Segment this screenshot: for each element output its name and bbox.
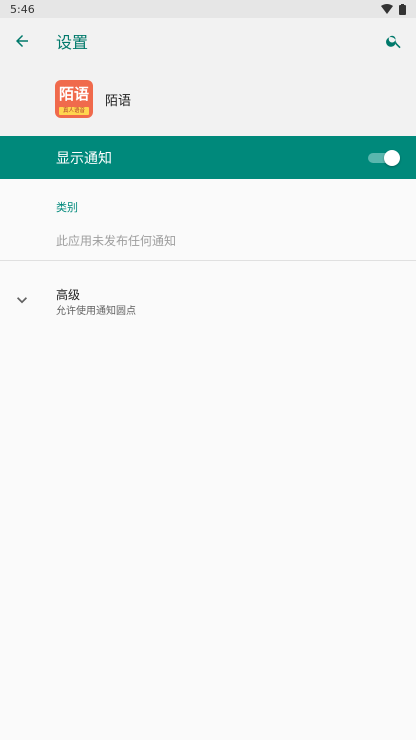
app-icon: 陌语 真人语音 (55, 80, 93, 118)
show-notifications-label: 显示通知 (56, 150, 112, 167)
show-notifications-switch[interactable] (366, 148, 402, 168)
back-button[interactable] (0, 18, 44, 64)
wifi-icon (381, 4, 393, 14)
status-time: 5:46 (10, 2, 35, 16)
status-icons (381, 3, 406, 15)
advanced-row[interactable]: 高级 允许使用通知圆点 (0, 272, 416, 326)
search-icon (386, 35, 401, 49)
app-name: 陌语 (105, 94, 132, 109)
switch-thumb (384, 149, 400, 166)
page-title: 设置 (56, 33, 89, 52)
show-notifications-row[interactable]: 显示通知 (0, 136, 416, 179)
search-button[interactable] (372, 18, 416, 64)
app-icon-subtext: 真人语音 (59, 107, 89, 115)
app-icon-text: 陌语 (58, 85, 89, 103)
status-bar: 5:46 (0, 0, 416, 18)
category-title: 类别 (56, 201, 78, 214)
back-arrow-icon (16, 35, 28, 47)
app-bar: 设置 (0, 18, 416, 64)
battery-icon (399, 3, 406, 15)
advanced-subtitle: 允许使用通知圆点 (56, 306, 136, 317)
app-header: 陌语 真人语音 陌语 (0, 64, 416, 136)
empty-category-text: 此应用未发布任何通知 (56, 234, 177, 248)
chevron-down-icon (17, 297, 27, 304)
divider (0, 260, 416, 261)
advanced-title: 高级 (56, 288, 81, 302)
